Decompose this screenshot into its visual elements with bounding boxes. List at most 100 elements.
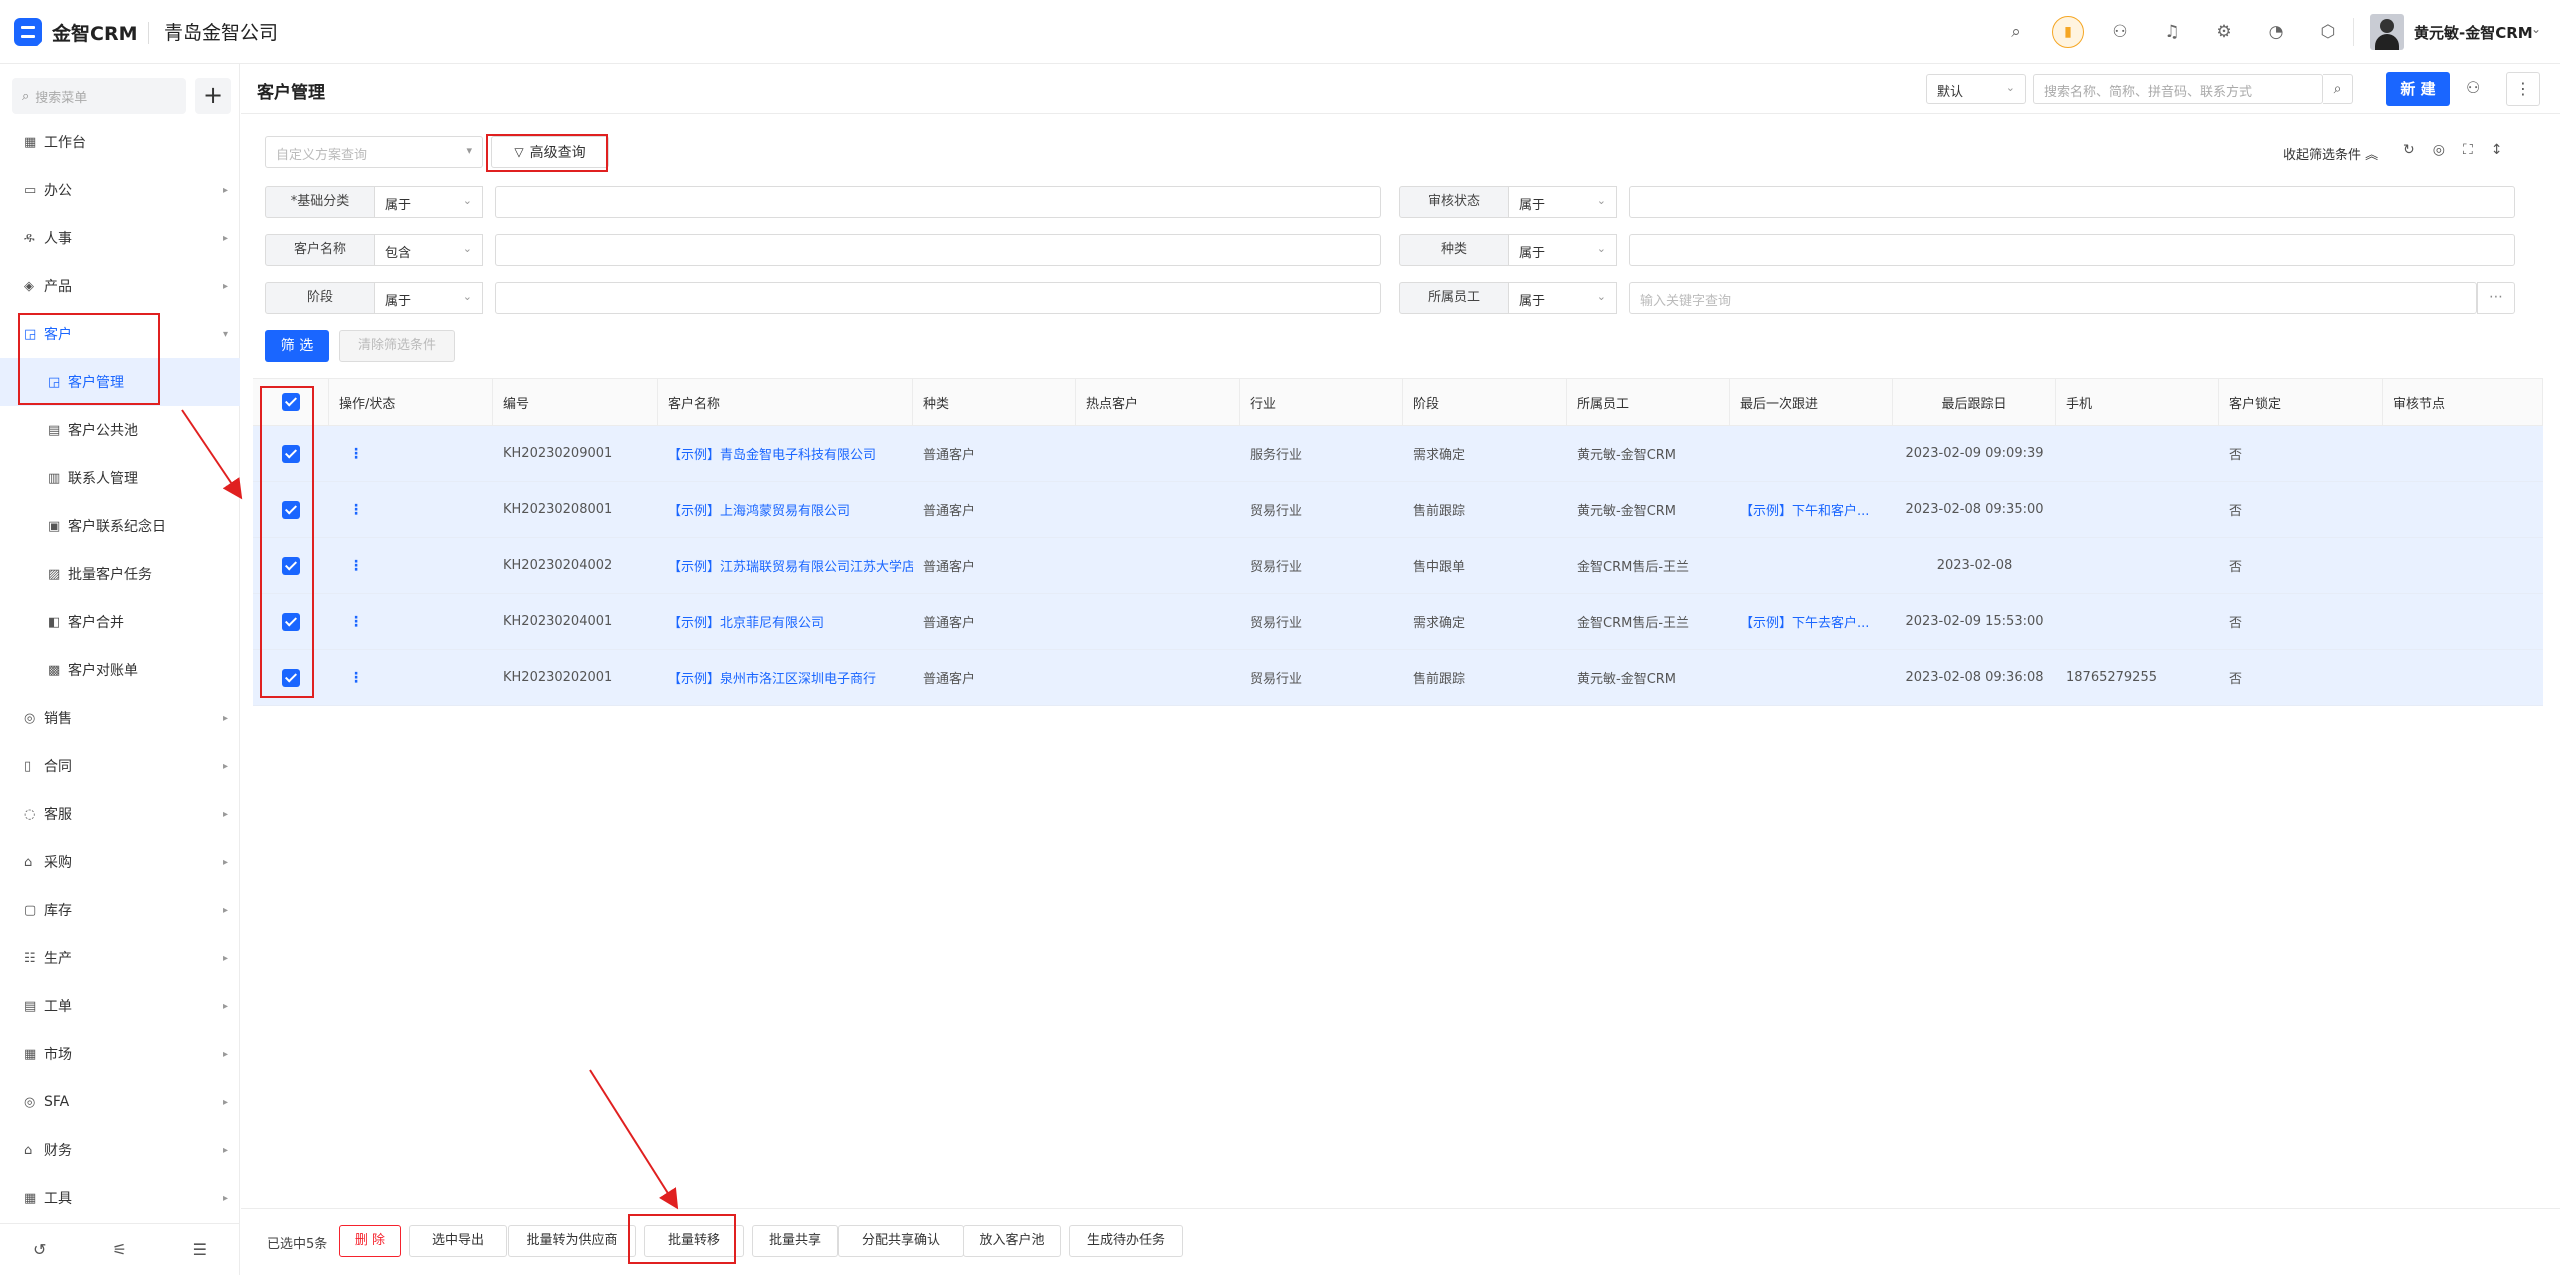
more-icon[interactable]: ⋮ xyxy=(2506,72,2540,106)
collapse-menu-icon[interactable]: ☰ xyxy=(193,1240,207,1259)
row-actions-icon[interactable]: ⋮ xyxy=(349,502,363,518)
filter-value-input[interactable]: 输入关键字查询 xyxy=(1629,282,2477,314)
column-header[interactable]: 操作/状态 xyxy=(329,379,493,425)
cell-last-follow[interactable] xyxy=(1730,426,1893,481)
row-checkbox[interactable] xyxy=(282,556,300,575)
row-actions-icon[interactable]: ⋮ xyxy=(349,670,363,686)
cell-last-follow[interactable]: 【示例】下午和客户... xyxy=(1730,482,1893,537)
filter-operator-select[interactable]: 属于 ⌄ xyxy=(1509,234,1617,266)
batch-share-button[interactable]: 批量共享 xyxy=(752,1225,838,1257)
batch-to-supplier-button[interactable]: 批量转为供应商 xyxy=(508,1225,636,1257)
cube-icon[interactable]: ⬡ xyxy=(2302,18,2354,46)
sidebar-item[interactable]: ▯ 合同 ▸ xyxy=(0,742,240,790)
sidebar-item[interactable]: ▢ 库存 ▸ xyxy=(0,886,240,934)
sidebar-item[interactable]: ▤ 客户公共池 xyxy=(0,406,240,454)
column-header[interactable]: 行业 xyxy=(1240,379,1403,425)
vip-badge-icon[interactable]: ▮ xyxy=(2052,16,2084,48)
sidebar-item[interactable]: ዱ 人事 ▸ xyxy=(0,214,240,262)
table-row[interactable]: ⋮ KH20230208001 【示例】上海鸿蒙贸易有限公司 普通客户 贸易行业 售前跟踪… xyxy=(253,482,2543,538)
contacts-icon[interactable]: ⚇ xyxy=(2094,18,2146,46)
scheme-select[interactable]: 自定义方案查询 ▾ xyxy=(265,136,483,168)
search-icon[interactable]: ⌕ xyxy=(2323,74,2353,104)
column-settings-icon[interactable]: ◎ xyxy=(2433,142,2445,158)
cell-name[interactable]: 【示例】泉州市洛江区深圳电子商行 xyxy=(658,650,913,705)
sidebar-item[interactable]: ◧ 客户合并 xyxy=(0,598,240,646)
filter-value-input[interactable] xyxy=(1629,186,2515,218)
create-todo-button[interactable]: 生成待办任务 xyxy=(1069,1225,1183,1257)
cell-last-follow[interactable] xyxy=(1730,538,1893,593)
cell-last-follow[interactable] xyxy=(1730,650,1893,705)
filter-value-input[interactable] xyxy=(495,186,1381,218)
view-select[interactable]: 默认 ⌄ xyxy=(1926,74,2026,104)
sidebar-item[interactable]: ◎ SFA ▸ xyxy=(0,1078,240,1126)
filter-operator-select[interactable]: 属于 ⌄ xyxy=(375,282,483,314)
sidebar-item[interactable]: ☷ 生产 ▸ xyxy=(0,934,240,982)
history-icon[interactable]: ↺ xyxy=(33,1240,46,1259)
sidebar-item[interactable]: ▦ 工作台 xyxy=(0,118,240,166)
cell-name[interactable]: 【示例】北京菲尼有限公司 xyxy=(658,594,913,649)
column-header[interactable]: 所属员工 xyxy=(1567,379,1730,425)
filter-value-input[interactable] xyxy=(495,282,1381,314)
filter-operator-select[interactable]: 属于 ⌄ xyxy=(1509,282,1617,314)
add-button[interactable]: + xyxy=(195,78,231,114)
sidebar-item[interactable]: ⌂ 财务 ▸ xyxy=(0,1126,240,1174)
clear-filters-button[interactable]: 清除筛选条件 xyxy=(339,330,455,362)
bell-icon[interactable]: ♫ xyxy=(2146,18,2198,46)
row-height-icon[interactable]: ↕ xyxy=(2491,142,2503,158)
search-icon[interactable]: ⌕ xyxy=(1990,18,2042,46)
sidebar-item[interactable]: ▨ 批量客户任务 xyxy=(0,550,240,598)
row-checkbox[interactable] xyxy=(282,444,300,463)
sidebar-item[interactable]: ◎ 销售 ▸ xyxy=(0,694,240,742)
table-row[interactable]: ⋮ KH20230202001 【示例】泉州市洛江区深圳电子商行 普通客户 贸易行业 售前… xyxy=(253,650,2543,706)
sidebar-item[interactable]: ▦ 市场 ▸ xyxy=(0,1030,240,1078)
collapse-filters-link[interactable]: 收起筛选条件 ︽ xyxy=(2283,144,2378,163)
cell-name[interactable]: 【示例】青岛金智电子科技有限公司 xyxy=(658,426,913,481)
column-header[interactable]: 最后一次跟进 xyxy=(1730,379,1893,425)
column-header[interactable]: 编号 xyxy=(493,379,658,425)
search-input[interactable]: 搜索名称、简称、拼音码、联系方式 xyxy=(2033,74,2323,104)
column-header[interactable]: 客户名称 xyxy=(658,379,913,425)
sidebar-item[interactable]: ▩ 客户对账单 xyxy=(0,646,240,694)
sidebar-item[interactable]: ⌂ 采购 ▸ xyxy=(0,838,240,886)
menu-search-input[interactable]: ⌕ 搜索菜单 xyxy=(12,78,186,114)
export-selected-button[interactable]: 选中导出 xyxy=(409,1225,507,1257)
row-checkbox[interactable] xyxy=(282,668,300,687)
gear-icon[interactable]: ⚙ xyxy=(2198,18,2250,46)
sidebar-item[interactable]: ◲ 客户 ▾ xyxy=(0,310,240,358)
chevron-down-icon[interactable]: ⌄ xyxy=(2531,22,2541,36)
column-header[interactable]: 阶段 xyxy=(1403,379,1567,425)
move-to-pool-button[interactable]: 放入客户池 xyxy=(963,1225,1061,1257)
filter-operator-select[interactable]: 属于 ⌄ xyxy=(375,186,483,218)
new-button[interactable]: 新 建 xyxy=(2386,72,2450,106)
row-actions-icon[interactable]: ⋮ xyxy=(349,446,363,462)
sidebar-item[interactable]: ◈ 产品 ▸ xyxy=(0,262,240,310)
column-header[interactable]: 审核节点 xyxy=(2383,379,2543,425)
column-header[interactable]: 手机 xyxy=(2056,379,2219,425)
row-actions-icon[interactable]: ⋮ xyxy=(349,614,363,630)
cell-name[interactable]: 【示例】上海鸿蒙贸易有限公司 xyxy=(658,482,913,537)
sidebar-item[interactable]: ▣ 客户联系纪念日 xyxy=(0,502,240,550)
settings-sliders-icon[interactable]: ⚟ xyxy=(112,1240,126,1259)
delete-button[interactable]: 删 除 xyxy=(339,1225,401,1257)
column-header[interactable]: 种类 xyxy=(913,379,1076,425)
table-row[interactable]: ⋮ KH20230209001 【示例】青岛金智电子科技有限公司 普通客户 服务行业 需求… xyxy=(253,426,2543,482)
avatar[interactable] xyxy=(2370,14,2404,50)
row-checkbox[interactable] xyxy=(282,500,300,519)
assign-share-confirm-button[interactable]: 分配共享确认 xyxy=(838,1225,964,1257)
advanced-search-button[interactable]: ▽ 高级查询 xyxy=(491,136,609,168)
column-header[interactable]: 最后跟踪日 xyxy=(1893,379,2056,425)
cell-last-follow[interactable]: 【示例】下午去客户... xyxy=(1730,594,1893,649)
column-header[interactable]: 热点客户 xyxy=(1076,379,1240,425)
filter-operator-select[interactable]: 包含 ⌄ xyxy=(375,234,483,266)
sidebar-item[interactable]: ▭ 办公 ▸ xyxy=(0,166,240,214)
sidebar-item[interactable]: ▤ 工单 ▸ xyxy=(0,982,240,1030)
more-options-icon[interactable]: ⋯ xyxy=(2477,282,2515,314)
pie-chart-icon[interactable]: ◔ xyxy=(2250,18,2302,46)
user-name[interactable]: 黄元敏-金智CRM xyxy=(2414,22,2533,43)
filter-button[interactable]: 筛 选 xyxy=(265,330,329,362)
batch-transfer-button[interactable]: 批量转移 xyxy=(644,1225,744,1257)
table-row[interactable]: ⋮ KH20230204002 【示例】江苏瑞联贸易有限公司江苏大学店 普通客户 贸易行… xyxy=(253,538,2543,594)
user-icon[interactable]: ⚇ xyxy=(2466,78,2480,97)
filter-value-input[interactable] xyxy=(1629,234,2515,266)
fullscreen-icon[interactable]: ⛶ xyxy=(2463,142,2473,158)
